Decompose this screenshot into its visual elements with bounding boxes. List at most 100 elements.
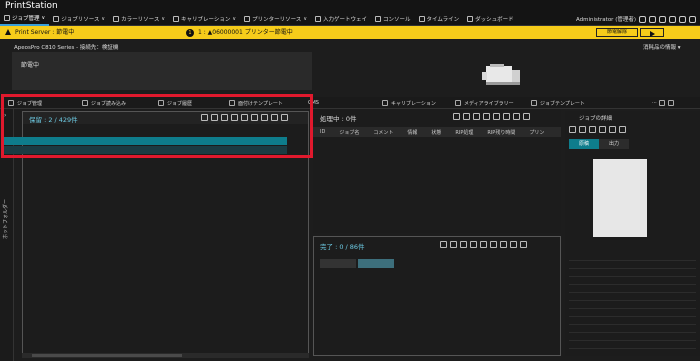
grid-icon[interactable]: [667, 100, 674, 106]
menu-item[interactable]: ジョブリソース ∨: [49, 12, 109, 26]
done-filter-tab[interactable]: [358, 259, 394, 268]
calibration-icon: [173, 16, 179, 22]
column-header[interactable]: コメント: [366, 129, 400, 136]
menu-item-label: プリンターリソース: [252, 17, 302, 23]
print-icon[interactable]: [450, 241, 457, 248]
media-library-tab[interactable]: メディアライブラリー: [455, 97, 514, 109]
hot-folder-label: ホットフォルダー: [3, 198, 9, 239]
warning-icon: [5, 29, 11, 35]
media-icon: [455, 100, 461, 106]
processing-panel-actions: [453, 113, 530, 120]
alert-bar: Print Server : 節電中 1 1 : ▲06000001 プリンター…: [0, 26, 700, 39]
column-header[interactable]: 情報: [400, 129, 424, 136]
menu-item-label: ジョブ管理: [12, 16, 40, 22]
horizontal-scrollbar[interactable]: [22, 353, 309, 358]
property-row: [569, 341, 696, 349]
details-actions: [569, 126, 626, 133]
preview-icon[interactable]: [480, 241, 487, 248]
chevron-down-icon: ∨: [41, 15, 46, 21]
grid-icon[interactable]: [520, 241, 527, 248]
settings-icon[interactable]: [510, 241, 517, 248]
play-icon[interactable]: [569, 126, 576, 133]
job-template-icon: [531, 100, 537, 106]
cancel-power-saving-button[interactable]: 節電解除: [596, 28, 638, 37]
column-header[interactable]: RIP残り時間: [480, 129, 522, 136]
image-icon[interactable]: [609, 126, 616, 133]
column-header[interactable]: プリン: [522, 129, 551, 136]
column-header[interactable]: ジョブ名: [332, 129, 366, 136]
menu-item[interactable]: コンソール: [371, 12, 415, 26]
menu-item[interactable]: キャリブレーション ∨: [169, 12, 240, 26]
device-name: ApeosPro C810 Series - 接続先：検証機: [14, 45, 119, 51]
column-header[interactable]: ID: [313, 129, 332, 135]
property-row: [569, 293, 696, 301]
menu-item-label: ダッシュボード: [475, 17, 514, 23]
property-row: [569, 317, 696, 325]
zoom-icon[interactable]: [599, 126, 606, 133]
undo-icon[interactable]: [453, 113, 460, 120]
delete-icon[interactable]: [503, 113, 510, 120]
edit-icon[interactable]: [470, 241, 477, 248]
menu-item[interactable]: カラーリソース ∨: [109, 12, 169, 26]
calibration-tab[interactable]: キャリブレーション: [382, 97, 436, 109]
device-header: ApeosPro C810 Series - 接続先：検証機 消耗品の情報 ▾: [0, 41, 700, 52]
property-row: [569, 253, 696, 261]
tray-icon[interactable]: [659, 15, 666, 23]
job-template-tab[interactable]: ジョブテンプレート: [531, 97, 585, 109]
property-row: [569, 261, 696, 269]
help-icon[interactable]: [679, 15, 686, 23]
resource-icon: [53, 16, 60, 22]
menu-item[interactable]: タイムライン: [415, 12, 464, 26]
copy-icon[interactable]: [463, 113, 470, 120]
chevron-down-icon: ∨: [161, 16, 165, 22]
grid-icon[interactable]: [523, 113, 530, 120]
job-details-title: ジョブの詳細: [579, 116, 613, 122]
tab-original[interactable]: 原稿: [569, 139, 599, 149]
chevron-down-icon: ∨: [303, 16, 307, 22]
settings-icon[interactable]: [513, 113, 520, 120]
toolbar-actions[interactable]: ⋯: [652, 97, 677, 109]
chevron-down-icon: ∨: [101, 16, 106, 22]
menu-item-label: 入力ゲートウェイ: [322, 17, 367, 23]
more-icon[interactable]: ⋯: [652, 100, 657, 106]
user-label[interactable]: Administrator (管理者): [576, 15, 636, 23]
done-filter-tab[interactable]: [320, 259, 356, 268]
color-icon: [113, 16, 120, 22]
job-property-list: [569, 253, 696, 349]
grid-icon[interactable]: [689, 15, 696, 23]
processing-panel-title: 処理中 : 0件: [320, 115, 357, 123]
settings-icon[interactable]: [669, 15, 676, 23]
delete-icon[interactable]: [490, 241, 497, 248]
processing-panel: 処理中 : 0件 ID ジョブ名 コメント 情報 状態 RIP処理 RIP残り時間 プリン: [313, 109, 561, 233]
print-icon[interactable]: [649, 15, 656, 23]
copy-icon[interactable]: [460, 241, 467, 248]
menu-item[interactable]: ダッシュボード: [463, 12, 518, 26]
fit-icon[interactable]: [589, 126, 596, 133]
job-details-panel: ジョブの詳細 原稿 出力: [565, 111, 700, 356]
console-icon: [375, 16, 381, 22]
ticket-icon[interactable]: [500, 241, 507, 248]
menu-item[interactable]: プリンターリソース ∨: [240, 12, 311, 26]
down-icon[interactable]: [483, 113, 490, 120]
menu-item-label: カラーリソース: [121, 17, 160, 23]
edit-icon[interactable]: [493, 113, 500, 120]
chevron-down-icon: ∨: [232, 16, 237, 22]
tab-output[interactable]: 出力: [599, 139, 629, 149]
column-header[interactable]: 状態: [424, 129, 448, 136]
menu-item-label: キャリブレーション: [181, 17, 231, 23]
list-icon[interactable]: [579, 126, 586, 133]
consumables-link[interactable]: 消耗品の情報 ▾: [643, 43, 681, 51]
server-status: Print Server : 節電中: [15, 29, 75, 36]
menu-item[interactable]: ジョブ管理 ∨: [0, 12, 50, 26]
property-row: [569, 325, 696, 333]
alert-count-badge: 1: [186, 28, 194, 37]
settings-icon[interactable]: [658, 100, 665, 106]
play-button[interactable]: [640, 28, 664, 37]
page-icon[interactable]: [619, 126, 626, 133]
account-icon[interactable]: [639, 15, 646, 23]
up-icon[interactable]: [473, 113, 480, 120]
play-icon[interactable]: [440, 241, 447, 248]
app-title: PrintStation: [5, 1, 58, 11]
column-header[interactable]: RIP処理: [448, 129, 480, 136]
menu-item[interactable]: 入力ゲートウェイ: [311, 12, 371, 26]
